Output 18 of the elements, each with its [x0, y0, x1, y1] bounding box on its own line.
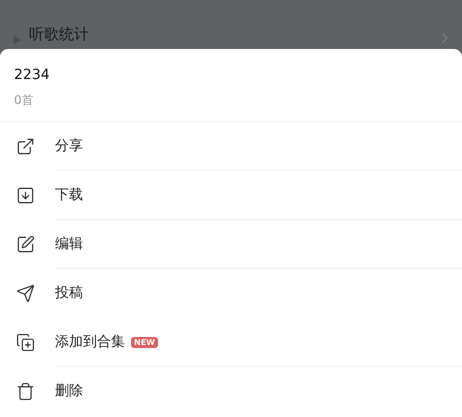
menu-item[interactable]: 下载: [55, 186, 83, 204]
sheet-title: 2234: [14, 67, 51, 83]
menu-item[interactable]: 投稿: [55, 284, 83, 302]
menu-item[interactable]: 分享: [55, 137, 83, 155]
send-icon: [16, 284, 35, 303]
row-label: 听歌统计: [29, 25, 90, 44]
edit-icon: [16, 235, 35, 254]
menu-item[interactable]: 编辑: [55, 235, 83, 253]
download-icon: [16, 186, 35, 205]
chevron-icon: [441, 32, 448, 44]
menu-item[interactable]: 删除: [55, 382, 83, 400]
menu-item[interactable]: 添加到合集: [55, 333, 125, 351]
add-copy-icon: [16, 333, 35, 352]
song-count: 0首: [14, 92, 35, 109]
share-icon: [16, 137, 35, 156]
trash-icon: [16, 382, 35, 401]
triangle-icon: [14, 36, 21, 44]
new-badge: NEW: [131, 336, 158, 348]
